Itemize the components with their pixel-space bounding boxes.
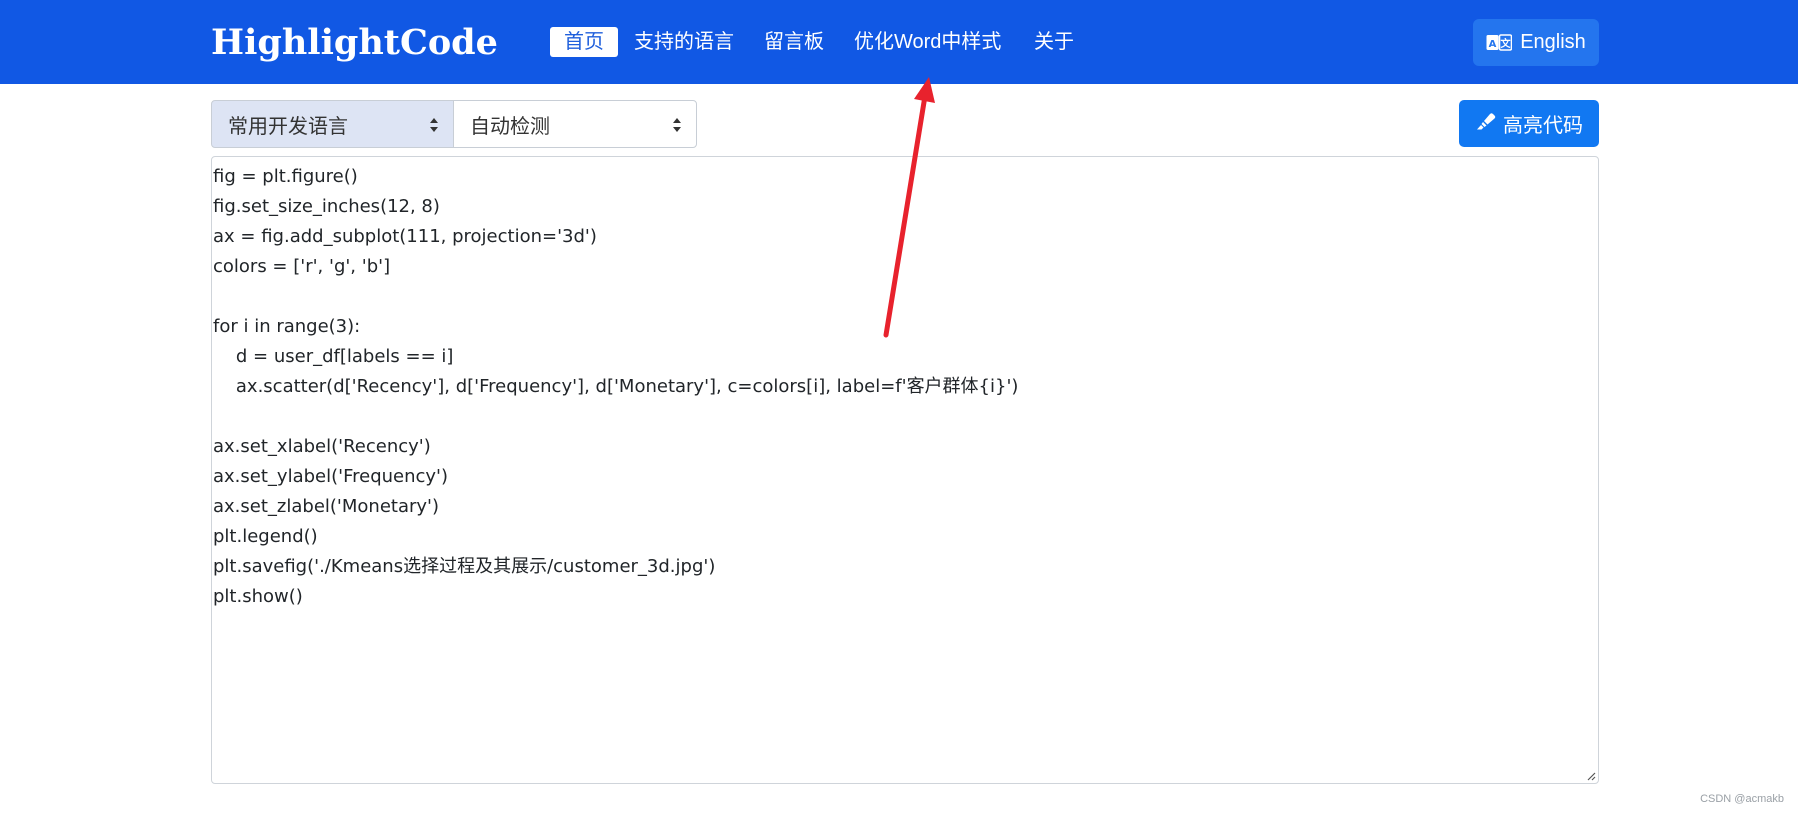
- translate-icon: A 文: [1486, 33, 1513, 52]
- language-select-value: 自动检测: [470, 115, 550, 138]
- highlight-code-button[interactable]: 高亮代码: [1459, 100, 1599, 147]
- watermark: CSDN @acmakb: [1700, 793, 1784, 805]
- nav-message-board[interactable]: 留言板: [764, 27, 824, 57]
- sort-caret-icon: [673, 118, 681, 132]
- code-content[interactable]: fig = plt.figure() fig.set_size_inches(1…: [213, 162, 1593, 612]
- language-group-select[interactable]: 常用开发语言: [211, 100, 454, 148]
- site-logo[interactable]: HighlightCode: [211, 18, 498, 68]
- highlight-code-label: 高亮代码: [1503, 115, 1583, 137]
- highlighter-icon: [1475, 111, 1497, 137]
- nav-optimize-word-style[interactable]: 优化Word中样式: [854, 27, 1001, 57]
- resize-handle-icon[interactable]: [1586, 771, 1596, 781]
- nav-home[interactable]: 首页: [550, 27, 618, 57]
- svg-text:文: 文: [1501, 37, 1512, 50]
- language-select[interactable]: 自动检测: [453, 100, 697, 148]
- sort-caret-icon: [430, 118, 438, 132]
- nav-supported-languages[interactable]: 支持的语言: [634, 27, 734, 57]
- language-group-select-value: 常用开发语言: [228, 115, 348, 138]
- nav-about[interactable]: 关于: [1034, 27, 1074, 57]
- svg-text:A: A: [1489, 39, 1497, 50]
- language-switch-button[interactable]: A 文 English: [1473, 19, 1599, 66]
- top-navbar: HighlightCode 首页 支持的语言 留言板 优化Word中样式 关于 …: [0, 0, 1798, 84]
- language-switch-label: English: [1520, 31, 1586, 53]
- code-input-textarea[interactable]: fig = plt.figure() fig.set_size_inches(1…: [211, 156, 1599, 784]
